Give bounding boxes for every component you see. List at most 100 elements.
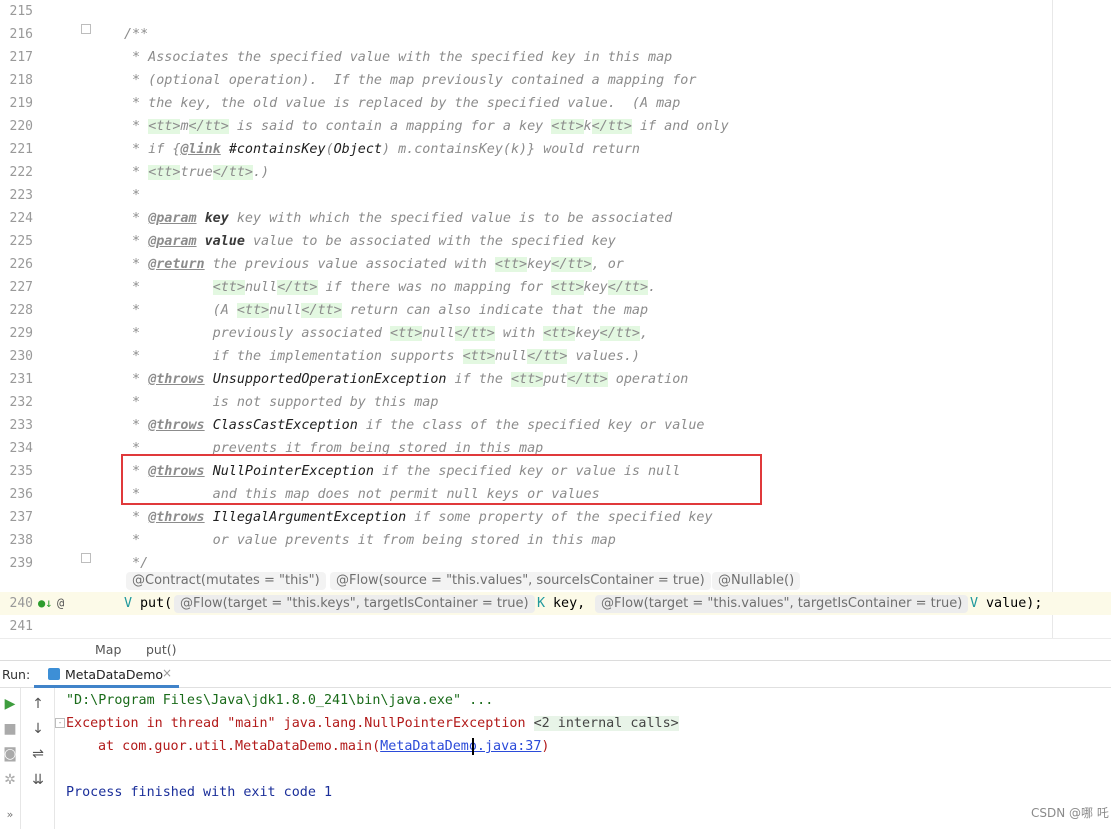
annotation-gutter-icon[interactable]: @: [57, 596, 64, 610]
code-text: * if the implementation supports <tt>nul…: [124, 345, 640, 368]
code-text: * @param key key with which the specifie…: [124, 207, 672, 230]
code-line: 228 * (A <tt>null</tt> return can also i…: [0, 299, 1111, 322]
implementing-method-icon[interactable]: ●↓: [38, 596, 52, 610]
flow-annotation[interactable]: @Flow(source = "this.values", sourceIsCo…: [330, 572, 711, 590]
code-token: null: [269, 303, 302, 318]
fold-toggle-icon[interactable]: -: [55, 718, 65, 728]
soft-wrap-icon[interactable]: ⇌: [29, 746, 47, 762]
code-token: ,: [639, 326, 649, 341]
code-token: * and this map does not permit null keys…: [124, 487, 600, 502]
watermark: CSDN @哪 吒: [1031, 806, 1109, 820]
code-token: key: [575, 326, 600, 341]
contract-annotation[interactable]: @Contract(mutates = "this"): [126, 572, 326, 590]
fold-toggle-icon[interactable]: [81, 553, 91, 563]
javadoc-tag-token: @link: [180, 142, 221, 157]
scroll-to-end-icon[interactable]: ⇊: [29, 772, 47, 788]
application-icon: [48, 668, 60, 680]
html-tag-token: </tt>: [551, 257, 592, 272]
code-token[interactable]: Object: [334, 142, 382, 157]
code-token: *: [124, 234, 149, 249]
code-text: * @throws ClassCastException if the clas…: [124, 414, 704, 437]
line-number: 221: [9, 142, 33, 157]
code-text: /**: [124, 23, 148, 46]
run-panel: Run: MetaDataDemo × ▶ ■ ◙ ✲ » ↑ ↓ ⇌ ⇊ - …: [0, 660, 1111, 829]
code-token: operation: [607, 372, 689, 387]
arrow-down-icon[interactable]: ↓: [29, 721, 47, 737]
console-toolbar: ↑ ↓ ⇌ ⇊: [21, 688, 55, 829]
code-token: if the specified key or value is null: [373, 464, 681, 479]
line-number: 217: [9, 50, 33, 65]
html-tag-token: <tt>: [462, 349, 495, 364]
settings-icon[interactable]: ✲: [1, 772, 19, 788]
breadcrumb-item-put[interactable]: put(): [146, 642, 177, 657]
nullable-annotation[interactable]: @Nullable(): [712, 572, 801, 590]
code-token: *: [124, 372, 149, 387]
code-text: * (optional operation). If the map previ…: [124, 69, 696, 92]
code-line: 225 * @param value value to be associate…: [0, 230, 1111, 253]
html-tag-token: </tt>: [599, 326, 640, 341]
html-tag-token: </tt>: [277, 280, 318, 295]
breadcrumb-item-map[interactable]: Map: [95, 642, 121, 657]
fold-toggle-icon[interactable]: [81, 24, 91, 34]
code-token[interactable]: UnsupportedOperationException: [213, 372, 447, 387]
code-token: ) m.containsKey(k)} would return: [382, 142, 640, 157]
code-text: * (A <tt>null</tt> return can also indic…: [124, 299, 648, 322]
code-token: * prevents it from being stored in this …: [124, 441, 544, 456]
param-key: key,: [553, 596, 586, 611]
code-token: values.): [567, 349, 640, 364]
code-text: * the key, the old value is replaced by …: [124, 92, 680, 115]
html-tag-token: </tt>: [567, 372, 608, 387]
line-number: 235: [9, 464, 33, 479]
code-token[interactable]: #containsKey: [229, 142, 326, 157]
code-text: * @throws IllegalArgumentException if so…: [124, 506, 712, 529]
console-command-line: "D:\Program Files\Java\jdk1.8.0_241\bin\…: [66, 693, 494, 708]
flow-values-inlay[interactable]: @Flow(target = "this.values", targetIsCo…: [595, 595, 969, 613]
code-text: * @throws NullPointerException if the sp…: [124, 460, 680, 483]
code-line: 221 * if {@link #containsKey(Object) m.c…: [0, 138, 1111, 161]
code-line: 235 * @throws NullPointerException if th…: [0, 460, 1111, 483]
code-token: * Associates the specified value with th…: [124, 50, 673, 65]
code-token: key: [583, 280, 608, 295]
internal-calls-link[interactable]: <2 internal calls>: [533, 716, 679, 731]
rerun-icon[interactable]: ▶: [1, 696, 19, 712]
code-token: with: [494, 326, 544, 341]
html-tag-token: <tt>: [551, 119, 584, 134]
code-token[interactable]: NullPointerException: [213, 464, 374, 479]
code-token: .: [648, 280, 657, 295]
line-number: 218: [9, 73, 33, 88]
code-text: * previously associated <tt>null</tt> wi…: [124, 322, 648, 345]
code-token: if and only: [631, 119, 729, 134]
html-tag-token: </tt>: [527, 349, 568, 364]
html-tag-token: </tt>: [212, 165, 253, 180]
arrow-up-icon[interactable]: ↑: [29, 696, 47, 712]
code-token: * the key, the old value is replaced by …: [124, 96, 681, 111]
close-icon[interactable]: ×: [162, 666, 172, 680]
line-number: 220: [9, 119, 33, 134]
camera-icon[interactable]: ◙: [1, 746, 19, 762]
method-name[interactable]: put(: [140, 592, 172, 615]
code-text: * and this map does not permit null keys…: [124, 483, 600, 506]
line-number: 219: [9, 96, 33, 111]
line-number: 215: [9, 4, 33, 19]
line-number: 231: [9, 372, 33, 387]
code-token[interactable]: IllegalArgumentException: [213, 510, 406, 525]
method-signature-line[interactable]: 240 ●↓ @ V put( @Flow(target = "this.key…: [0, 592, 1111, 615]
code-text: * or value prevents it from being stored…: [124, 529, 616, 552]
source-link[interactable]: MetaDataDemo.java:37: [380, 739, 541, 754]
code-token[interactable]: ClassCastException: [213, 418, 358, 433]
flow-keys-inlay[interactable]: @Flow(target = "this.keys", targetIsCont…: [174, 595, 535, 613]
html-tag-token: <tt>: [543, 326, 576, 341]
stop-icon[interactable]: ■: [1, 721, 19, 737]
code-token: , or: [591, 257, 624, 272]
code-token: value: [204, 234, 245, 249]
code-token: (: [325, 142, 334, 157]
code-editor[interactable]: 215 216 /** 217 * Associates the specified …: [0, 0, 1111, 638]
more-icon[interactable]: »: [1, 807, 19, 823]
console-stack-line: at com.guor.util.MetaDataDemo.main(MetaD…: [98, 735, 549, 758]
tab-metadatademo[interactable]: MetaDataDemo ×: [34, 661, 179, 688]
code-text: * <tt>m</tt> is said to contain a mappin…: [124, 115, 729, 138]
line-number: 223: [9, 188, 33, 203]
key-type: K: [537, 596, 546, 611]
